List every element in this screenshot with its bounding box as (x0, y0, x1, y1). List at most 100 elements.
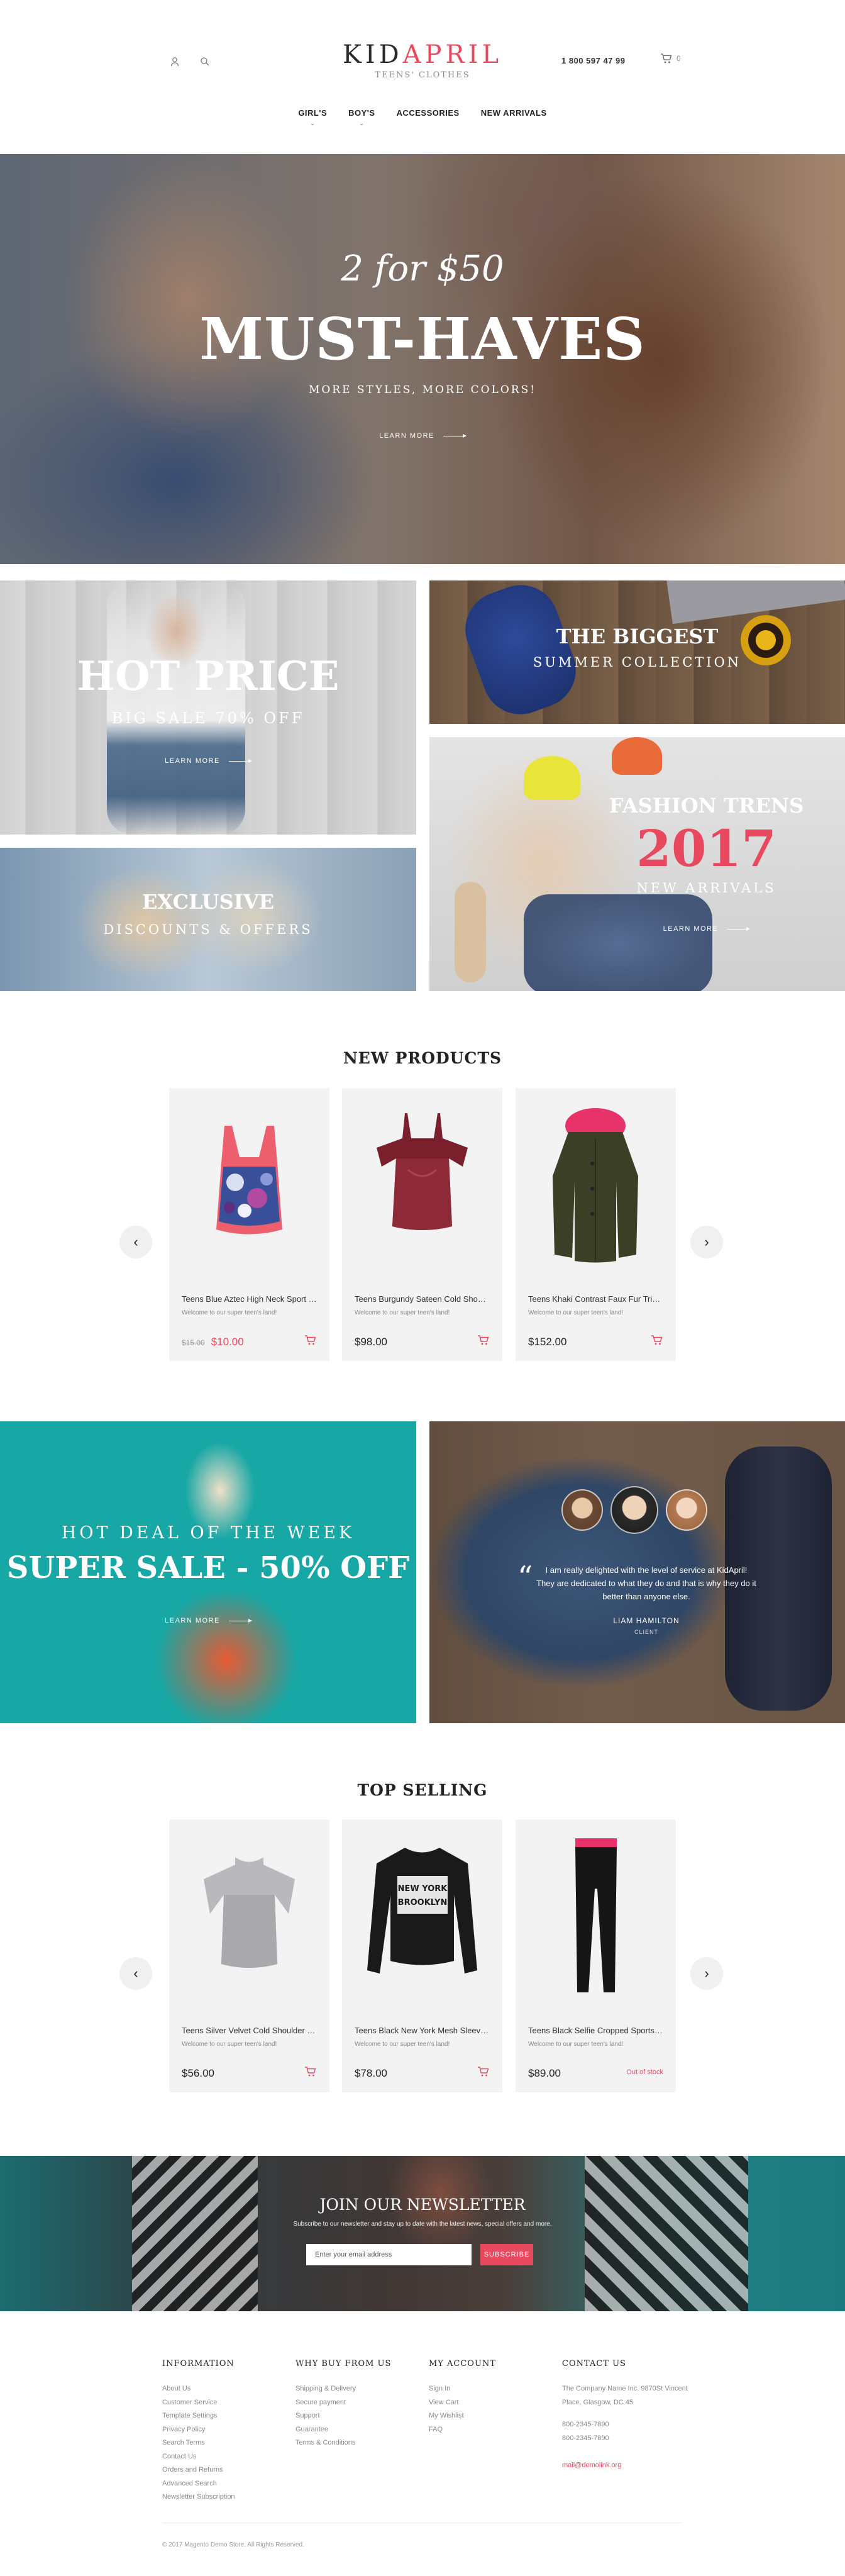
footer-phone[interactable]: 800-2345-7890 (562, 2432, 688, 2446)
footer-link[interactable]: Template Settings (162, 2409, 235, 2423)
add-to-cart-icon[interactable] (651, 1335, 663, 1349)
phone-number[interactable]: 1 800 597 47 99 (561, 56, 625, 65)
carousel-next-button[interactable]: › (690, 1957, 723, 1990)
footer-heading: MY ACCOUNT (429, 2359, 496, 2368)
footer-link[interactable]: Contact Us (162, 2450, 235, 2464)
learn-more-label: LEARN MORE (379, 432, 434, 440)
footer-link[interactable]: Advanced Search (162, 2477, 235, 2491)
footer-link[interactable]: Orders and Returns (162, 2463, 235, 2477)
product-name[interactable]: Teens Burgundy Sateen Cold Shoulder Top (355, 1294, 490, 1304)
banner-subtitle: NEW ARRIVALS (636, 880, 776, 896)
testimonial-section: “ I am really delighted with the level o… (429, 1421, 845, 1723)
nav-new-arrivals[interactable]: NEW ARRIVALS (481, 108, 547, 126)
learn-more-label: LEARN MORE (165, 1617, 220, 1624)
add-to-cart-icon[interactable] (477, 2066, 490, 2080)
footer-link[interactable]: Sign In (429, 2382, 496, 2396)
footer-link[interactable]: Shipping & Delivery (295, 2382, 391, 2396)
banner-title: FASHION TRENS (609, 794, 804, 818)
banner-hot-price[interactable]: HOT PRICE BIG SALE 70% OFF LEARN MORE (0, 580, 416, 835)
logo-tagline: TEENS' CLOTHES (375, 70, 470, 80)
nav-accessories[interactable]: ACCESSORIES (397, 108, 460, 126)
footer-link[interactable]: Customer Service (162, 2396, 235, 2410)
newsletter-title: JOIN OUR NEWSLETTER (319, 2196, 526, 2214)
cart-button[interactable]: 0 (660, 53, 681, 64)
product-image[interactable]: NEW YORK BROOKLYN (342, 1819, 502, 2005)
footer-link[interactable]: Terms & Conditions (295, 2436, 391, 2450)
banner-exclusive[interactable]: EXCLUSIVE DISCOUNTS & OFFERS (0, 848, 416, 991)
footer-column-why-buy: WHY BUY FROM US Shipping & Delivery Secu… (295, 2359, 391, 2450)
testimonial-author: LIAM HAMILTON (613, 1616, 680, 1625)
learn-more-label: LEARN MORE (663, 925, 719, 933)
old-price: $15.00 (182, 1338, 205, 1347)
footer-link[interactable]: My Wishlist (429, 2409, 496, 2423)
banner-subtitle: DISCOUNTS & OFFERS (103, 922, 313, 937)
chevron-left-icon: ‹ (133, 1965, 138, 1981)
footer-link[interactable]: Newsletter Subscription (162, 2490, 235, 2504)
footer-link[interactable]: Search Terms (162, 2436, 235, 2450)
product-image[interactable] (342, 1088, 502, 1274)
carousel-prev-button[interactable]: ‹ (119, 1226, 152, 1258)
product-image[interactable] (169, 1088, 329, 1274)
product-image[interactable] (516, 1819, 676, 2005)
footer-link[interactable]: Privacy Policy (162, 2423, 235, 2437)
hero-slider[interactable]: 2 for $50 MUST-HAVES MORE STYLES, MORE C… (0, 154, 845, 564)
product-price: $78.00 (355, 2067, 387, 2079)
product-card[interactable]: Teens Blue Aztec High Neck Sport Bra Wel… (169, 1088, 329, 1361)
logo[interactable]: KIDAPRIL TEENS' CLOTHES (0, 40, 845, 80)
out-of-stock-label: Out of stock (626, 2068, 663, 2076)
product-name[interactable]: Teens Black New York Mesh Sleeve Top (355, 2026, 490, 2035)
learn-more-link[interactable]: LEARN MORE (165, 757, 252, 765)
product-name[interactable]: Teens Black Selfie Cropped Sports Leggin… (528, 2026, 663, 2035)
product-card[interactable]: Teens Burgundy Sateen Cold Shoulder Top … (342, 1088, 502, 1361)
footer-phone[interactable]: 800-2345-7890 (562, 2418, 688, 2432)
banner-fashion-trends[interactable]: FASHION TRENS 2017 NEW ARRIVALS LEARN MO… (429, 737, 845, 991)
footer-link[interactable]: Secure payment (295, 2396, 391, 2410)
banner-cta: LEARN MORE (429, 923, 845, 934)
learn-more-label: LEARN MORE (165, 757, 220, 765)
banner-biggest-collection[interactable]: THE BIGGEST SUMMER COLLECTION (429, 580, 845, 724)
deal-cta: LEARN MORE (0, 1614, 416, 1626)
footer-link[interactable]: View Cart (429, 2396, 496, 2410)
avatar[interactable] (610, 1486, 658, 1534)
carousel-prev-button[interactable]: ‹ (119, 1957, 152, 1990)
cart-count: 0 (677, 54, 681, 63)
footer-email-link[interactable]: mail@demolink.org (562, 2459, 688, 2473)
newsletter-email-input[interactable] (306, 2244, 472, 2265)
banner-image (612, 737, 662, 775)
product-name[interactable]: Teens Khaki Contrast Faux Fur Trim Parka (528, 1294, 663, 1304)
footer-link[interactable]: Guarantee (295, 2423, 391, 2437)
carousel-next-button[interactable]: › (690, 1226, 723, 1258)
footer-link[interactable]: About Us (162, 2382, 235, 2396)
deal-banner[interactable]: HOT DEAL OF THE WEEK SUPER SALE - 50% OF… (0, 1421, 416, 1723)
product-image[interactable] (516, 1088, 676, 1274)
product-card[interactable]: NEW YORK BROOKLYN Teens Black New York M… (342, 1819, 502, 2092)
add-to-cart-icon[interactable] (304, 1335, 317, 1349)
nav-boys[interactable]: BOY'S ⌄ (348, 108, 375, 126)
product-description: Welcome to our super teen's land! (528, 2041, 624, 2048)
footer-column-my-account: MY ACCOUNT Sign In View Cart My Wishlist… (429, 2359, 496, 2436)
footer-address-line: The Company Name Inc. 9870St Vincent (562, 2385, 688, 2392)
learn-more-link[interactable]: LEARN MORE (663, 925, 751, 933)
footer-link[interactable]: FAQ (429, 2423, 496, 2437)
product-card[interactable]: Teens Khaki Contrast Faux Fur Trim Parka… (516, 1088, 676, 1361)
banner-image (107, 580, 245, 835)
sale-price: $10.00 (211, 1336, 244, 1348)
subscribe-button[interactable]: SUBSCRIBE (480, 2244, 533, 2265)
learn-more-link[interactable]: LEARN MORE (165, 1617, 252, 1624)
add-to-cart-icon[interactable] (304, 2066, 317, 2080)
product-name[interactable]: Teens Blue Aztec High Neck Sport Bra (182, 1294, 317, 1304)
product-description: Welcome to our super teen's land! (355, 1309, 450, 1316)
footer-column-contact: CONTACT US The Company Name Inc. 9870St … (562, 2359, 688, 2473)
add-to-cart-icon[interactable] (477, 1335, 490, 1349)
learn-more-link[interactable]: LEARN MORE (379, 432, 467, 440)
product-image[interactable] (169, 1819, 329, 2005)
footer-link[interactable]: Support (295, 2409, 391, 2423)
avatar[interactable] (561, 1489, 603, 1531)
avatar[interactable] (666, 1489, 707, 1531)
product-card[interactable]: Teens Silver Velvet Cold Shoulder Top We… (169, 1819, 329, 2092)
testimonial-quote: I am really delighted with the level of … (536, 1565, 756, 1601)
product-name[interactable]: Teens Silver Velvet Cold Shoulder Top (182, 2026, 317, 2035)
nav-girls[interactable]: GIRL'S ⌄ (298, 108, 327, 126)
footer-column-information: INFORMATION About Us Customer Service Te… (162, 2359, 235, 2504)
product-card[interactable]: Teens Black Selfie Cropped Sports Leggin… (516, 1819, 676, 2092)
